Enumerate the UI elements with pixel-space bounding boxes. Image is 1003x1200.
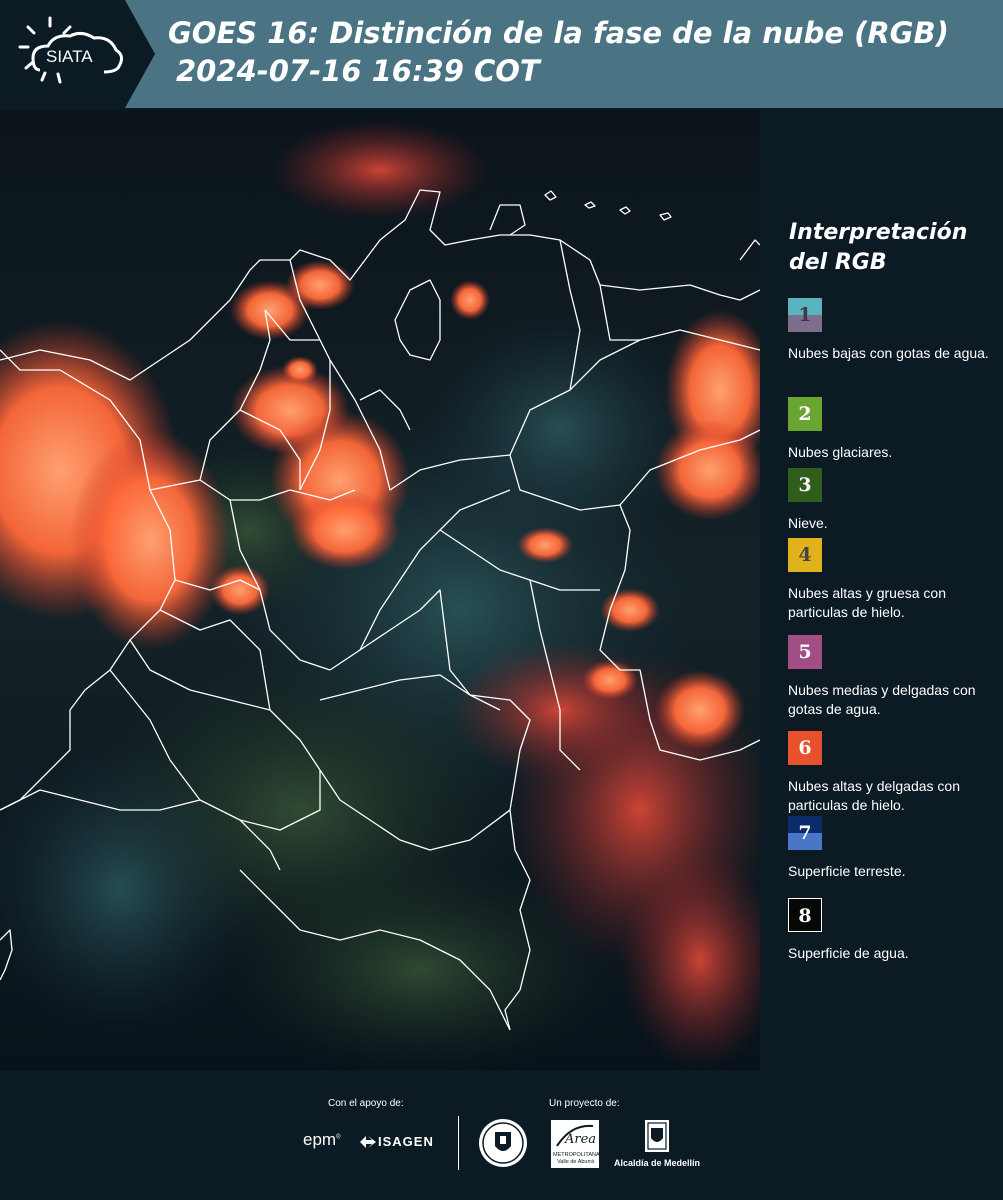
legend-label: Nubes altas y gruesa con particulas de h… (788, 585, 946, 620)
legend-number: 3 (798, 474, 812, 496)
area-logo-sub1: METROPOLITANA (553, 1152, 600, 1158)
legend-swatch: 8 (788, 898, 822, 932)
legend-item: 5 Nubes medias y delgadas con gotas de ag… (788, 635, 998, 719)
header-bar: SIATA GOES 16: Distinción de la fase de … (0, 0, 1003, 108)
municipal-seal (478, 1118, 528, 1172)
legend-title: Interpretación del RGB (789, 218, 967, 278)
legend-item: 1 Nubes bajas con gotas de agua. (788, 298, 998, 363)
legend-number: 1 (798, 304, 812, 326)
legend-label: Nubes medias y delgadas con gotas de agu… (788, 682, 976, 717)
alcaldia-logo: Alcaldía de Medellín (612, 1118, 702, 1170)
footer-bar: Con el apoyo de: Un proyecto de: epm® IS… (0, 1070, 1003, 1200)
project-label: Un proyecto de: (549, 1098, 620, 1109)
legend-swatch: 7 (788, 816, 822, 850)
legend-swatch: 4 (788, 538, 822, 572)
legend-number: 7 (798, 822, 812, 844)
area-logo-sub2: Valle de Aburrá (557, 1159, 595, 1165)
legend-label: Nubes bajas con gotas de agua. (788, 345, 989, 361)
legend-label: Nubes glaciares. (788, 444, 893, 460)
legend-number: 4 (798, 544, 812, 566)
legend-swatch: 6 (788, 731, 822, 765)
area-logo-text: Área (565, 1132, 597, 1147)
epm-logo: epm® (303, 1130, 341, 1149)
footer-divider (458, 1116, 459, 1170)
legend-title-line-2: del RGB (789, 250, 887, 275)
legend-number: 8 (798, 905, 812, 927)
legend-item: 7 Superficie terreste. (788, 816, 998, 881)
isagen-mark-icon (360, 1136, 376, 1148)
area-metropolitana-logo: Área METROPOLITANA Valle de Aburrá (551, 1120, 600, 1168)
legend-swatch: 5 (788, 635, 822, 669)
satellite-map (0, 110, 760, 1070)
legend-swatch: 2 (788, 397, 822, 431)
legend-label: Superficie terreste. (788, 863, 906, 879)
legend-title-line-1: Interpretación (789, 220, 968, 245)
legend-panel: Interpretación del RGB 1 Nubes bajas con … (760, 110, 1003, 1070)
legend-label: Nubes altas y delgadas con particulas de… (788, 778, 960, 813)
siata-logo: SIATA (0, 0, 155, 108)
legend-swatch: 3 (788, 468, 822, 502)
logo-text: SIATA (46, 47, 93, 66)
legend-number: 6 (798, 737, 812, 759)
seal-icon (479, 1119, 527, 1167)
legend-item: 2 Nubes glaciares. (788, 397, 998, 462)
legend-label: Superficie de agua. (788, 945, 909, 961)
coat-of-arms-icon (645, 1120, 669, 1152)
legend-item: 3 Nieve. (788, 468, 998, 533)
legend-number: 5 (798, 641, 812, 663)
legend-label: Nieve. (788, 515, 828, 531)
title-line-2: 2024-07-16 16:39 COT (176, 54, 540, 88)
title-line-1: GOES 16: Distinción de la fase de la nub… (168, 16, 949, 50)
epm-logo-text: epm (303, 1130, 337, 1149)
page-title: GOES 16: Distinción de la fase de la nub… (168, 14, 998, 90)
isagen-logo-text: ISAGEN (378, 1134, 434, 1149)
legend-item: 6 Nubes altas y delgadas con particulas d… (788, 731, 998, 815)
support-label: Con el apoyo de: (328, 1098, 404, 1109)
alcaldia-logo-text: Alcaldía de Medellín (613, 1158, 701, 1168)
legend-item: 8 Superficie de agua. (788, 898, 998, 963)
legend-item: 4 Nubes altas y gruesa con particulas de … (788, 538, 998, 622)
legend-swatch: 1 (788, 298, 822, 332)
legend-number: 2 (798, 403, 812, 425)
